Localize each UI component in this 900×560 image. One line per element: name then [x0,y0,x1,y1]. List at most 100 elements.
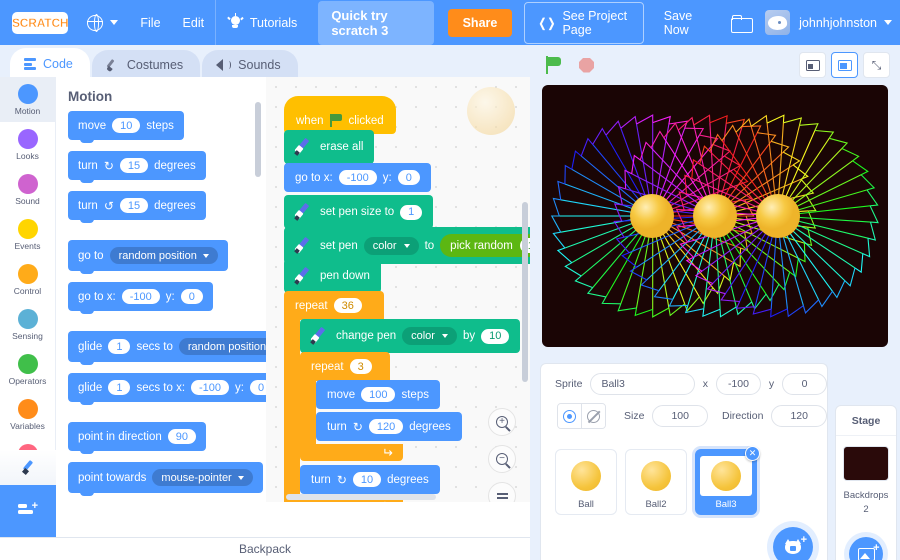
block-input[interactable]: 10 [112,118,141,133]
menu-edit[interactable]: Edit [172,0,216,45]
block-set-pen-size[interactable]: set pen size to 1 [284,195,434,229]
quick-try-button[interactable]: Quick try scratch 3 [318,0,434,45]
palette-block-point-towards[interactable]: point towards mouse-pointer [68,462,263,496]
block-palette[interactable]: Motion move 10 steps turn ↻ 15 degrees t… [56,77,266,502]
sprite-size-input[interactable]: 100 [652,405,708,427]
category-sound[interactable]: Sound [0,167,55,212]
sprite-hide-button[interactable] [581,404,605,428]
block-go-to-xy[interactable]: go to x: -100 y: 0 [284,163,431,192]
sprite-name-input[interactable]: Ball3 [590,373,695,395]
fullscreen-icon: ⤡ [871,57,882,72]
menu-file[interactable]: File [129,0,171,45]
sprite-show-button[interactable] [558,404,582,428]
add-backdrop-button[interactable]: + [849,537,883,560]
sprite-card-ball3[interactable]: Ball3 ✕ [695,446,760,515]
tab-code[interactable]: Code [10,48,90,80]
block-input[interactable]: 120 [368,419,404,434]
sprite-y-input[interactable]: 0 [782,373,828,395]
category-events[interactable]: Events [0,212,55,257]
green-flag-button[interactable] [545,56,563,74]
palette-block-turn-right[interactable]: turn ↻ 15 degrees [68,151,206,183]
sprite-card-ball2[interactable]: Ball2 [625,449,687,515]
category-variables[interactable]: Variables [0,392,55,437]
backpack-bar[interactable]: Backpack [0,537,530,560]
block-input[interactable]: -100 [191,380,230,395]
palette-block-glide-to[interactable]: glide 1 secs to random position [68,331,266,365]
block-input[interactable]: 0 [180,289,203,304]
block-change-pen-color[interactable]: change pen color by 10 [300,319,521,353]
block-input[interactable]: 1 [400,204,423,220]
canvas-horizontal-scrollbar[interactable] [286,494,436,500]
block-dropdown[interactable]: random position [109,247,218,264]
palette-block-go-to-xy[interactable]: go to x: -100 y: 0 [68,282,213,314]
delete-sprite-button[interactable]: ✕ [745,446,760,461]
block-input[interactable]: 1 [108,339,131,354]
block-input[interactable]: 36 [333,298,362,313]
palette-block-go-to[interactable]: go to random position [68,240,228,274]
scratch-logo[interactable]: SCRATCH [12,11,69,34]
block-dropdown-color[interactable]: color [402,327,457,345]
palette-scrollbar[interactable] [255,102,261,177]
block-input[interactable]: -100 [121,289,160,304]
sprite-x-input[interactable]: -100 [716,373,761,395]
block-input[interactable]: 90 [167,429,196,444]
tab-sounds[interactable]: Sounds [202,50,298,80]
folder-icon[interactable] [731,14,754,33]
save-now-button[interactable]: Save Now [654,3,717,43]
block-move[interactable]: move 100 steps [316,380,440,409]
add-extension-button[interactable]: + [0,485,56,537]
add-sprite-button[interactable]: + [773,527,813,560]
block-dropdown-color[interactable]: color [363,236,419,255]
share-button[interactable]: Share [447,8,513,37]
block-reporter-pick-random[interactable]: pick random 1 [440,234,530,257]
block-repeat-inner[interactable]: repeat 3 [300,352,390,381]
script-canvas[interactable]: when clicked erase all go to x: -100 y: … [266,77,530,502]
sprite-direction-input[interactable]: 120 [771,405,827,427]
tab-costumes[interactable]: Costumes [91,50,201,80]
block-input-y[interactable]: 0 [397,170,420,185]
palette-block-glide-to-xy[interactable]: glide 1 secs to x: -100 y: 0 [68,373,266,405]
block-input[interactable]: 15 [119,158,149,173]
block-turn-inner[interactable]: turn ↻ 120 degrees [316,412,462,441]
lightbulb-icon [227,13,244,31]
category-looks[interactable]: Looks [0,122,55,167]
category-operators[interactable]: Operators [0,347,55,392]
category-motion[interactable]: Motion [0,77,55,122]
see-project-page-button[interactable]: ❬❭ See Project Page [524,1,644,44]
small-stage-button[interactable] [799,52,826,78]
block-input[interactable]: 15 [119,198,149,213]
account-menu[interactable]: johnhjohnston [765,10,892,35]
block-input[interactable]: 10 [352,472,382,487]
stage-selector-panel[interactable]: Stage Backdrops 2 + [835,405,897,560]
category-sensing[interactable]: Sensing [0,302,55,347]
canvas-vertical-scrollbar[interactable] [522,202,528,382]
language-menu[interactable] [76,0,129,45]
block-dropdown[interactable]: mouse-pointer [152,469,253,486]
stop-button[interactable] [579,57,594,73]
sprite-card-ball[interactable]: Ball [555,449,617,515]
block-input[interactable]: 3 [349,359,372,374]
fullscreen-button[interactable]: ⤡ [863,52,890,78]
block-pen-down[interactable]: pen down [284,259,381,293]
palette-block-move[interactable]: move 10 steps [68,111,184,143]
block-input[interactable]: 0 [250,380,266,395]
category-control[interactable]: Control [0,257,55,302]
block-erase-all[interactable]: erase all [284,130,375,164]
block-input[interactable]: 10 [481,328,510,344]
palette-block-point-in-direction[interactable]: point in direction 90 [68,422,206,454]
category-pen-extension[interactable] [0,450,56,485]
zoom-in-button[interactable]: + [488,408,516,436]
block-input[interactable]: 1 [108,380,131,395]
block-input-x[interactable]: -100 [338,170,377,185]
palette-block-turn-left[interactable]: turn ↺ 15 degrees [68,191,206,223]
zoom-out-button[interactable]: − [488,445,516,473]
block-repeat-outer[interactable]: repeat 36 [284,291,384,320]
community-icon: ❬❭ [537,15,556,30]
block-dropdown[interactable]: random position [178,338,266,355]
block-input[interactable]: 100 [361,387,396,402]
stage-canvas[interactable] [542,85,888,347]
large-stage-button[interactable] [831,52,858,78]
menu-tutorials[interactable]: Tutorials [216,0,308,45]
zoom-reset-button[interactable] [488,482,516,502]
block-turn-outer[interactable]: turn ↻ 10 degrees [300,465,440,494]
